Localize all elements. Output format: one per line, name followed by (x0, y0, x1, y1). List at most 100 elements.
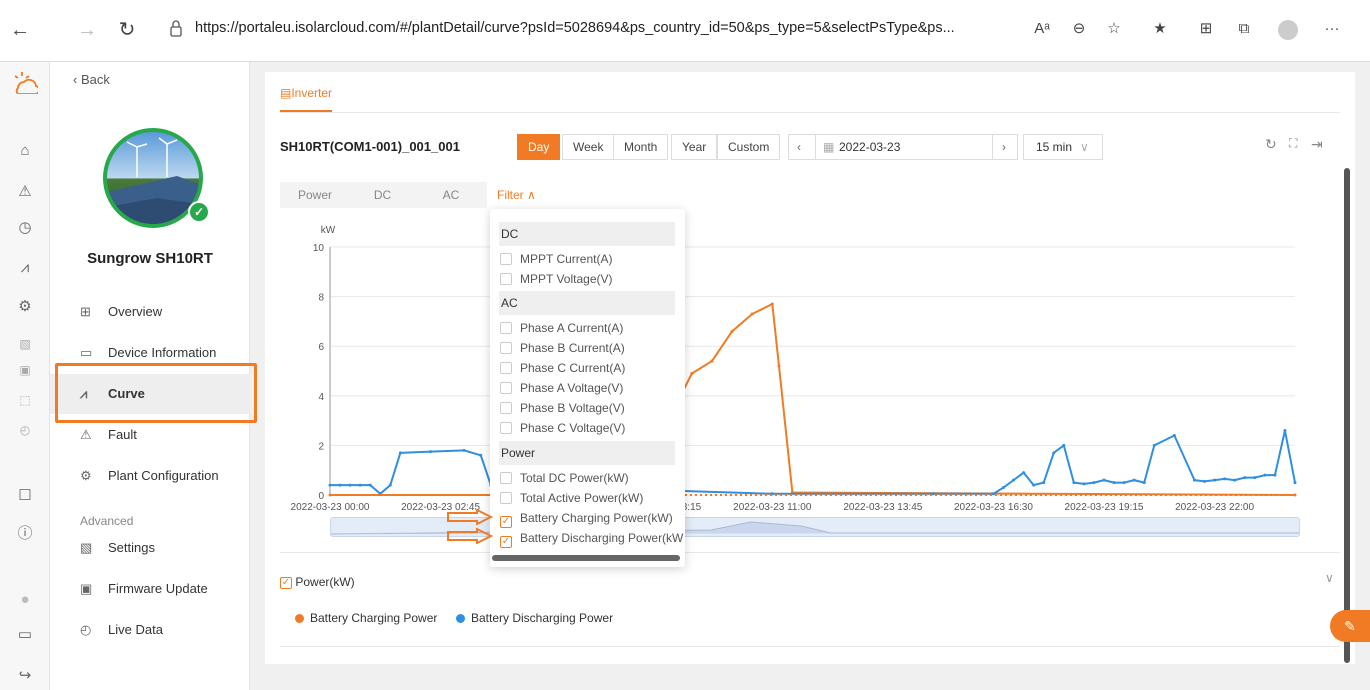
param-tab-dc[interactable]: DC (350, 182, 415, 208)
menu-item-overview[interactable]: ⊞ Overview (50, 292, 250, 332)
data-point (770, 302, 774, 306)
filter-option[interactable]: Phase B Current(A) (500, 340, 625, 356)
fullscreen-icon[interactable]: ⛶ (1289, 136, 1297, 151)
filter-option[interactable]: Phase B Voltage(V) (500, 400, 625, 416)
filter-toggle[interactable]: Filter ∧ (497, 182, 536, 208)
data-point (730, 329, 734, 333)
power-line-chart[interactable]: 0246810kW2022-03-23 00:00 2022-03-23 02:4… (265, 212, 1355, 552)
more-menu-icon[interactable]: ··· (1320, 17, 1344, 41)
data-point (368, 483, 372, 487)
page-info-icon[interactable] (168, 18, 184, 40)
logout-icon[interactable]: ↪ (14, 666, 36, 686)
filter-option[interactable]: Phase C Voltage(V) (500, 420, 625, 436)
legend-item-discharging[interactable]: Battery Discharging Power (456, 611, 613, 625)
profile-avatar[interactable] (1278, 20, 1298, 40)
filter-option-label: Phase C Voltage(V) (520, 421, 626, 435)
monitor-icon[interactable]: ▭ (14, 625, 36, 645)
filter-checkbox[interactable] (500, 382, 512, 394)
menu-item-label: Fault (108, 427, 137, 442)
period-week-button[interactable]: Week (562, 134, 615, 160)
zoom-icon[interactable]: ⊖ (1067, 17, 1091, 41)
back-link[interactable]: ‹ Back (73, 72, 110, 87)
tab-inverter[interactable]: ▤Inverter (280, 86, 333, 112)
filter-checkbox[interactable] (500, 322, 512, 334)
collapse-chevron-icon[interactable]: ∨ (1325, 571, 1334, 585)
read-aloud-icon[interactable]: Aᵃ (1030, 17, 1054, 41)
timer-icon[interactable]: ◴ (14, 420, 36, 440)
filter-checkbox[interactable] (500, 472, 512, 484)
filter-checkbox[interactable] (500, 253, 512, 265)
filter-checkbox[interactable] (500, 422, 512, 434)
filter-option[interactable]: Phase A Current(A) (500, 320, 623, 336)
filter-checkbox[interactable]: ✓ (500, 516, 512, 528)
curve-icon[interactable]: ⩘ (14, 258, 36, 278)
period-day-button[interactable]: Day (517, 134, 561, 160)
menu-item-settings[interactable]: ▧ Settings (50, 528, 250, 568)
firmware-icon[interactable]: ▣ (14, 360, 36, 380)
next-date-icon[interactable]: › (1002, 135, 1006, 159)
period-month-button[interactable]: Month (613, 134, 669, 160)
data-point (690, 371, 694, 375)
filter-option[interactable]: ✓ Battery Discharging Power(kW (500, 530, 683, 548)
add-favorite-icon[interactable]: ☆ (1102, 17, 1126, 41)
filter-checkbox[interactable] (500, 273, 512, 285)
param-tab-ac[interactable]: AC (415, 182, 487, 208)
address-bar[interactable]: https://portaleu.isolarcloud.com/#/plant… (195, 20, 955, 36)
export-icon[interactable]: ⇥ (1311, 136, 1323, 153)
feedback-button[interactable]: ✎ (1330, 610, 1370, 642)
menu-item-live-data[interactable]: ◴ Live Data (50, 610, 250, 650)
devices-icon[interactable]: ⚙ (14, 297, 36, 317)
filter-checkbox[interactable] (500, 402, 512, 414)
data-point (1283, 429, 1287, 433)
refresh-icon[interactable]: ↻ (115, 18, 139, 42)
filter-option[interactable]: Total DC Power(kW) (500, 470, 629, 486)
scan-icon[interactable]: ⬚ (14, 390, 36, 410)
filter-option[interactable]: Phase A Voltage(V) (500, 380, 623, 396)
filter-option[interactable]: ✓ Battery Charging Power(kW) (500, 510, 673, 528)
prev-date-icon[interactable]: ‹ (797, 135, 801, 159)
filter-option[interactable]: Total Active Power(kW) (500, 490, 643, 506)
filter-checkbox[interactable] (500, 342, 512, 354)
back-label: Back (80, 72, 110, 87)
legend-item-charging[interactable]: Battery Charging Power (295, 611, 437, 625)
settings-icon[interactable]: ▧ (14, 334, 36, 354)
forward-arrow-icon[interactable]: → (75, 18, 99, 42)
favorites-icon[interactable]: ★ (1148, 17, 1172, 41)
filter-checkbox[interactable] (500, 492, 512, 504)
date-picker[interactable]: ‹ ▦ 2022-03-23 › (788, 134, 1018, 160)
home-icon[interactable]: ⌂ (14, 141, 36, 161)
filter-option[interactable]: Phase C Current(A) (500, 360, 625, 376)
filter-option[interactable]: MPPT Current(A) (500, 251, 612, 267)
menu-item-firmware-update[interactable]: ▣ Firmware Update (50, 569, 250, 609)
inverter-icon: ▤ (280, 86, 292, 100)
data-point (777, 364, 781, 368)
logo-sun-icon[interactable] (12, 70, 38, 94)
period-year-button[interactable]: Year (671, 134, 718, 160)
notification-bell-icon[interactable]: ☐ (14, 486, 36, 506)
page-scrollbar[interactable] (1344, 168, 1350, 663)
filter-checkbox[interactable] (500, 362, 512, 374)
power-group-toggle[interactable]: ✓ Power(kW) (280, 575, 355, 589)
refresh-chart-icon[interactable]: ↻ (1265, 136, 1277, 153)
power-group-checkbox[interactable]: ✓ (280, 576, 292, 589)
filter-option[interactable]: MPPT Voltage(V) (500, 271, 612, 287)
extensions-icon[interactable]: ⧉ (1232, 17, 1256, 41)
x-tick-label: 2022-03-23 11:00 (733, 502, 812, 513)
param-tab-power[interactable]: Power (280, 182, 350, 208)
help-icon[interactable]: ⓘ (14, 524, 36, 544)
clock-icon[interactable]: ◷ (14, 218, 36, 238)
dropdown-scrollbar[interactable] (492, 555, 680, 561)
back-arrow-icon[interactable]: ← (8, 18, 32, 42)
y-axis-label: kW (321, 225, 336, 236)
filter-checkbox[interactable]: ✓ (500, 536, 512, 548)
y-tick-label: 6 (318, 342, 324, 353)
filter-group-header: DC (499, 222, 675, 246)
data-point (1052, 451, 1056, 455)
alert-icon[interactable]: ⚠ (14, 182, 36, 202)
menu-item-plant-configuration[interactable]: ⚙ Plant Configuration (50, 456, 250, 496)
user-circle-icon[interactable]: ● (14, 590, 36, 610)
interval-select[interactable]: 15 min ∨ (1023, 134, 1103, 160)
collections-icon[interactable]: ⊞ (1194, 17, 1218, 41)
date-value: 2022-03-23 (839, 140, 901, 154)
period-custom-button[interactable]: Custom (717, 134, 781, 160)
